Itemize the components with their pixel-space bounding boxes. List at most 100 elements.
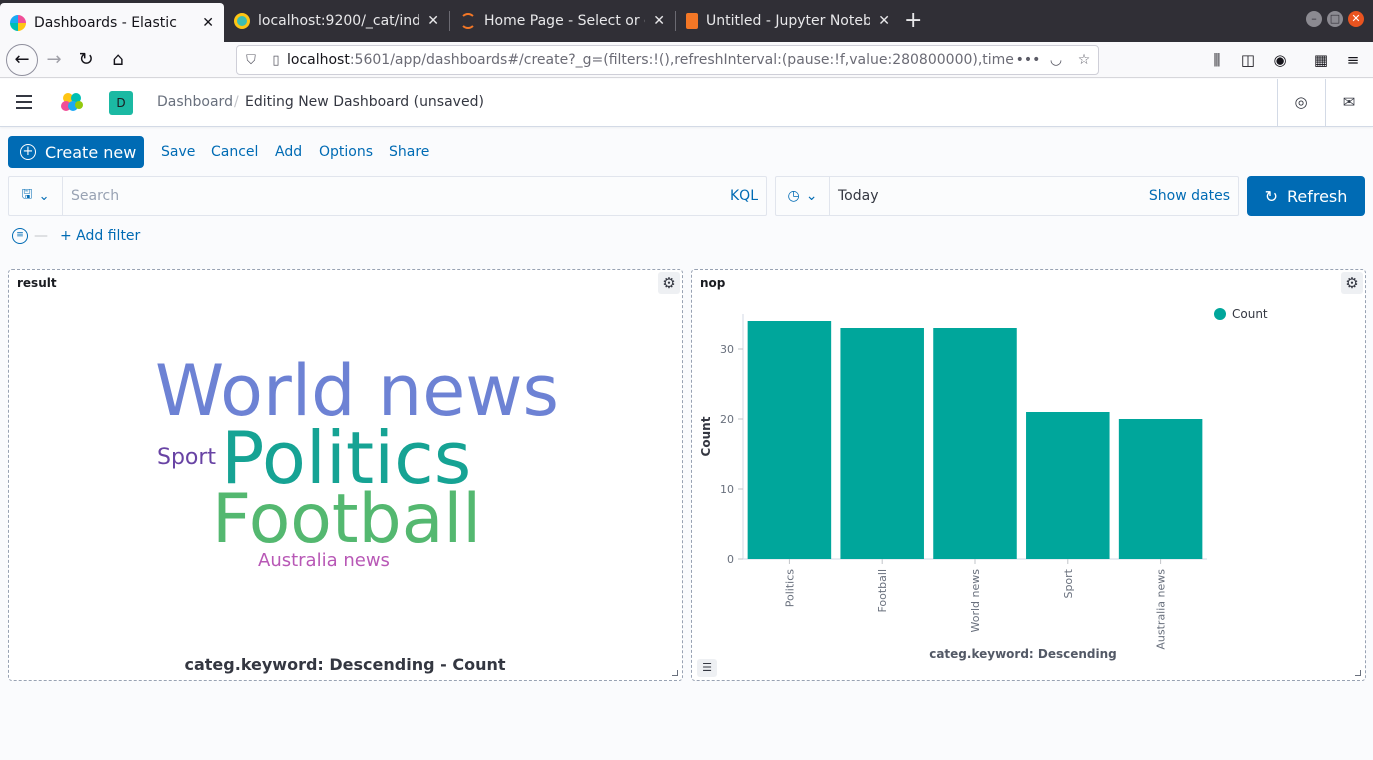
notebook-favicon-icon <box>686 13 698 29</box>
browser-tab-jupyter-notebook[interactable]: Untitled - Jupyter Noteb ✕ <box>676 3 900 39</box>
filter-bar: ≡ — + Add filter <box>12 226 140 246</box>
reload-icon[interactable]: ↻ <box>72 46 100 74</box>
elasticsearch-favicon-icon <box>234 13 250 29</box>
breadcrumb-dashboard[interactable]: Dashboard <box>157 94 233 110</box>
resize-handle-icon[interactable] <box>672 670 678 676</box>
add-link[interactable]: Add <box>275 144 302 160</box>
refresh-icon: ↻ <box>1264 186 1278 206</box>
sidebar-icon[interactable]: ◫ <box>1238 50 1258 70</box>
breadcrumb-separator: / <box>234 94 239 110</box>
word-australia-news: Australia news <box>258 550 390 571</box>
browser-nav-bar: ← → ↻ ⌂ ⛉ ▯ localhost:5601/app/dashboard… <box>0 42 1373 78</box>
help-icon[interactable]: ◎ <box>1292 93 1310 111</box>
back-arrow-icon[interactable]: ← <box>6 44 38 76</box>
url-bar[interactable]: ⛉ ▯ localhost:5601/app/dashboards#/creat… <box>236 45 1099 75</box>
page-actions-icon[interactable]: ••• <box>1014 52 1042 68</box>
url-text[interactable]: localhost:5601/app/dashboards#/create?_g… <box>287 52 1014 68</box>
share-link[interactable]: Share <box>389 144 429 160</box>
home-icon[interactable]: ⌂ <box>104 46 132 74</box>
pocket-icon[interactable]: ◡ <box>1042 52 1070 68</box>
refresh-button[interactable]: ↻ Refresh <box>1247 176 1365 216</box>
save-query-icon: 🖫 <box>21 187 33 202</box>
cancel-link[interactable]: Cancel <box>211 144 258 160</box>
save-link[interactable]: Save <box>161 144 195 160</box>
space-avatar[interactable]: D <box>109 91 133 115</box>
header-divider <box>1325 79 1326 127</box>
browser-tab-kibana[interactable]: Dashboards - Elastic ✕ <box>0 3 224 42</box>
y-tick-label: 30 <box>720 343 734 356</box>
x-axis-label: categ.keyword: Descending <box>929 647 1117 661</box>
chevron-down-icon: ⌄ <box>38 188 50 204</box>
filter-divider: — <box>34 228 48 244</box>
y-tick-label: 10 <box>720 483 734 496</box>
filter-options-icon[interactable]: ≡ <box>12 228 28 244</box>
create-new-button[interactable]: + Create new <box>8 136 144 168</box>
browser-tab-cat-indices[interactable]: localhost:9200/_cat/indi ✕ <box>224 3 449 39</box>
bar <box>1118 419 1203 559</box>
resize-handle-icon[interactable] <box>1355 670 1361 676</box>
close-tab-icon[interactable]: ✕ <box>878 13 890 29</box>
bookmark-star-icon[interactable]: ☆ <box>1070 52 1098 68</box>
extensions-icon[interactable]: ▦ <box>1311 50 1331 70</box>
x-tick-label: Australia news <box>1155 569 1168 650</box>
quick-select-button[interactable]: ◷ ⌄ <box>776 177 830 215</box>
bar <box>1026 412 1110 559</box>
menu-icon[interactable]: ≡ <box>1343 50 1363 70</box>
search-input[interactable]: Search <box>71 188 119 204</box>
kibana-header: D Dashboard / Editing New Dashboard (uns… <box>0 79 1373 127</box>
header-divider <box>1277 79 1278 127</box>
chevron-down-icon: ⌄ <box>805 188 818 204</box>
mail-icon[interactable]: ✉ <box>1340 93 1358 111</box>
legend-toggle-icon[interactable]: ☰ <box>697 659 717 677</box>
options-link[interactable]: Options <box>319 144 373 160</box>
panel-options-gear-icon[interactable]: ⚙ <box>658 272 680 294</box>
saved-query-button[interactable]: 🖫 ⌄ <box>9 177 63 215</box>
jupyter-favicon-icon <box>460 13 476 29</box>
x-tick-label: World news <box>969 569 982 633</box>
kql-toggle[interactable]: KQL <box>730 188 758 204</box>
wordcloud-subtitle: categ.keyword: Descending - Count <box>184 655 506 674</box>
browser-tab-bar: Dashboards - Elastic ✕ localhost:9200/_c… <box>0 0 1373 42</box>
show-dates-link[interactable]: Show dates <box>1149 188 1230 204</box>
close-tab-icon[interactable]: ✕ <box>427 13 439 29</box>
clock-icon: ◷ <box>787 188 800 204</box>
query-bar: 🖫 ⌄ Search KQL <box>8 176 767 216</box>
y-axis-label: Count <box>699 416 713 456</box>
elastic-favicon-icon <box>10 14 26 31</box>
panel-title: result <box>17 276 57 290</box>
close-tab-icon[interactable]: ✕ <box>202 15 214 31</box>
close-window-icon[interactable]: ✕ <box>1348 11 1364 27</box>
bar-chart: 0 10 20 30 Politics Football World news Sport Au… <box>699 307 1268 661</box>
legend-label: Count <box>1232 307 1268 321</box>
x-tick-label: Football <box>876 569 889 613</box>
plus-circle-icon: + <box>20 144 36 160</box>
barchart-panel: nop ⚙ 0 10 20 30 Politics Football World news S… <box>691 269 1366 681</box>
time-range-value[interactable]: Today <box>838 188 879 204</box>
tracking-shield-icon[interactable]: ⛉ <box>237 53 265 68</box>
x-tick-label: Sport <box>1062 568 1075 598</box>
word-sport: Sport <box>157 445 217 470</box>
x-tick-label: Politics <box>783 569 796 608</box>
new-tab-button[interactable]: + <box>904 8 922 33</box>
add-filter-link[interactable]: + Add filter <box>60 228 140 244</box>
legend-swatch <box>1214 308 1226 320</box>
account-icon[interactable]: ◉ <box>1270 50 1290 70</box>
library-icon[interactable]: ⫼ <box>1207 50 1227 70</box>
page-info-icon[interactable]: ▯ <box>265 53 287 68</box>
minimize-window-icon[interactable]: – <box>1306 11 1322 27</box>
bar <box>840 328 924 559</box>
word-football: Football <box>212 480 482 559</box>
hamburger-menu-icon[interactable] <box>16 95 32 109</box>
browser-tab-jupyter-home[interactable]: Home Page - Select or cr ✕ <box>450 3 675 39</box>
y-tick-label: 0 <box>727 553 734 566</box>
maximize-window-icon[interactable]: □ <box>1327 11 1343 27</box>
y-tick-label: 20 <box>720 413 734 426</box>
elastic-logo-icon[interactable] <box>60 91 84 115</box>
bar <box>933 328 1017 559</box>
wordcloud-panel: result ⚙ World news Politics Football Sp… <box>8 269 683 681</box>
time-picker: ◷ ⌄ Today Show dates <box>775 176 1239 216</box>
bar <box>747 321 832 559</box>
breadcrumb-current: Editing New Dashboard (unsaved) <box>245 94 484 110</box>
close-tab-icon[interactable]: ✕ <box>653 13 665 29</box>
forward-arrow-icon[interactable]: → <box>40 46 68 74</box>
